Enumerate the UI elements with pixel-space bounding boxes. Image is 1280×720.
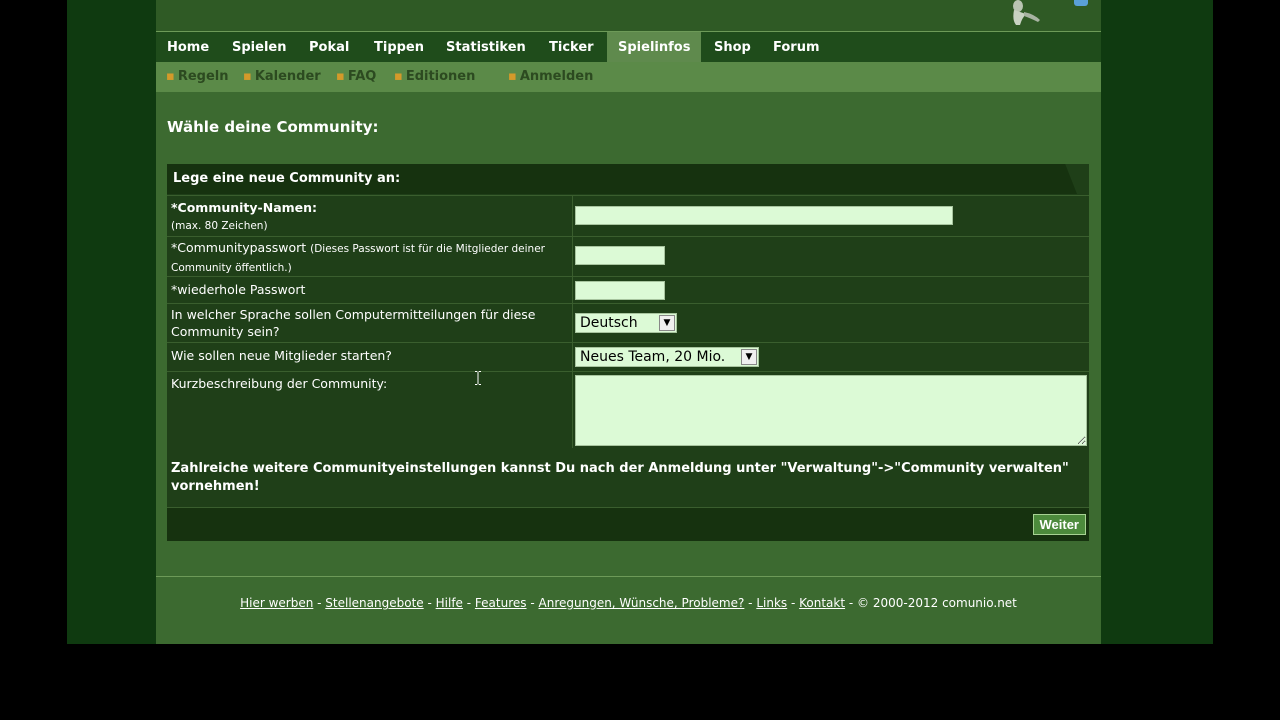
footer-separator: - (462, 596, 475, 610)
header-top (156, 0, 1101, 31)
settings-info-text: Zahlreiche weitere Communityeinstellunge… (171, 461, 1069, 494)
page-container: Home Spielen Pokal Tippen Statistiken Ti… (156, 0, 1101, 644)
start-select[interactable]: Neues Team, 20 Mio. ▼ (575, 347, 759, 367)
subnav-label: Editionen (405, 69, 476, 84)
form-row-password: *Communitypasswort (Dieses Passwort ist … (167, 236, 1089, 276)
nav-item-statistiken[interactable]: Statistiken (446, 32, 526, 63)
footer-separator: - (744, 596, 757, 610)
footer-separator: - (423, 596, 436, 610)
form-row-community-name: *Community-Namen: (max. 80 Zeichen) (167, 195, 1089, 236)
footer-copyright: © 2000-2012 comunio.net (857, 596, 1017, 610)
weiter-button[interactable]: Weiter (1032, 514, 1086, 535)
sub-nav: ▪ Regeln ▪ Kalender ▪ FAQ ▪ Editionen ▪ Anmel… (156, 62, 1101, 92)
footer-link-features[interactable]: Features (475, 596, 527, 610)
footer-link-anregungen[interactable]: Anregungen, Wünsche, Probleme? (539, 596, 745, 610)
subnav-item-editionen[interactable]: ▪ Editionen (394, 62, 475, 92)
password-input[interactable] (575, 246, 665, 265)
row-divider (572, 196, 573, 236)
nav-item-spielinfos[interactable]: Spielinfos (607, 32, 702, 63)
subnav-label: Anmelden (519, 69, 594, 84)
bullet-icon: ▪ (243, 69, 252, 84)
footer-separator: - (845, 596, 858, 610)
player-figure-icon (1013, 0, 1040, 25)
community-name-title: *Community-Namen: (171, 200, 318, 215)
bullet-icon: ▪ (336, 69, 345, 84)
footer-separator: - (787, 596, 800, 610)
chevron-down-icon[interactable]: ▼ (659, 315, 675, 331)
nav-item-forum[interactable]: Forum (773, 32, 820, 63)
password-repeat-input[interactable] (575, 281, 665, 300)
community-form: Lege eine neue Community an: *Community-… (167, 164, 1089, 541)
row-divider (572, 277, 573, 303)
bullet-icon: ▪ (394, 69, 403, 84)
form-row-start: Wie sollen neue Mitglieder starten? Neue… (167, 342, 1089, 371)
form-actions: Weiter (167, 507, 1089, 541)
footer-link-links[interactable]: Links (756, 596, 787, 610)
start-select-value: Neues Team, 20 Mio. (580, 349, 726, 365)
subnav-item-kalender[interactable]: ▪ Kalender (243, 62, 321, 92)
nav-item-shop[interactable]: Shop (714, 32, 751, 63)
subnav-label: Kalender (254, 69, 321, 84)
row-divider (572, 304, 573, 342)
footer-separator: - (526, 596, 539, 610)
nav-item-tippen[interactable]: Tippen (374, 32, 424, 63)
password-title: *Communitypasswort (171, 240, 307, 255)
language-select[interactable]: Deutsch ▼ (575, 313, 677, 333)
footer-separator: - (313, 596, 326, 610)
row-divider (572, 372, 573, 448)
footer-link-kontakt[interactable]: Kontakt (799, 596, 845, 610)
subnav-label: FAQ (347, 69, 377, 84)
form-header: Lege eine neue Community an: (167, 164, 1077, 194)
password-label: *Communitypasswort (Dieses Passwort ist … (171, 239, 551, 277)
nav-item-pokal[interactable]: Pokal (309, 32, 349, 63)
footer: Hier werben - Stellenangebote - Hilfe - … (156, 596, 1101, 610)
description-textarea[interactable] (575, 375, 1087, 446)
bullet-icon: ▪ (508, 69, 517, 84)
form-row-language: In welcher Sprache sollen Computermittei… (167, 303, 1089, 342)
footer-link-stellenangebote[interactable]: Stellenangebote (325, 596, 423, 610)
community-name-input[interactable] (575, 206, 953, 225)
text-cursor-icon (475, 371, 481, 385)
nav-item-home[interactable]: Home (167, 32, 209, 63)
community-name-hint: (max. 80 Zeichen) (171, 220, 268, 232)
subnav-item-faq[interactable]: ▪ FAQ (336, 62, 376, 92)
bullet-icon: ▪ (166, 69, 175, 84)
nav-item-ticker[interactable]: Ticker (549, 32, 594, 63)
subnav-item-regeln[interactable]: ▪ Regeln (166, 62, 228, 92)
footer-link-hier-werben[interactable]: Hier werben (240, 596, 313, 610)
row-divider (572, 343, 573, 371)
password-repeat-label: *wiederhole Passwort (171, 282, 306, 297)
row-divider (572, 237, 573, 276)
social-badge-icon[interactable] (1074, 0, 1088, 6)
description-label: Kurzbeschreibung der Community: (171, 376, 388, 391)
footer-divider (156, 576, 1101, 577)
language-label: In welcher Sprache sollen Computermittei… (171, 307, 536, 339)
start-label: Wie sollen neue Mitglieder starten? (171, 348, 392, 363)
footer-link-hilfe[interactable]: Hilfe (436, 596, 463, 610)
page-title: Wähle deine Community: (167, 118, 379, 136)
language-select-value: Deutsch (580, 315, 638, 331)
subnav-item-anmelden[interactable]: ▪ Anmelden (508, 62, 593, 92)
main-nav: Home Spielen Pokal Tippen Statistiken Ti… (156, 31, 1101, 63)
form-row-description: Kurzbeschreibung der Community: (167, 371, 1089, 448)
form-header-title: Lege eine neue Community an: (173, 171, 401, 186)
subnav-label: Regeln (177, 69, 229, 84)
community-name-label: *Community-Namen: (max. 80 Zeichen) (171, 199, 317, 235)
chevron-down-icon[interactable]: ▼ (741, 349, 757, 365)
form-row-password-repeat: *wiederhole Passwort (167, 276, 1089, 303)
nav-item-spielen[interactable]: Spielen (232, 32, 286, 63)
